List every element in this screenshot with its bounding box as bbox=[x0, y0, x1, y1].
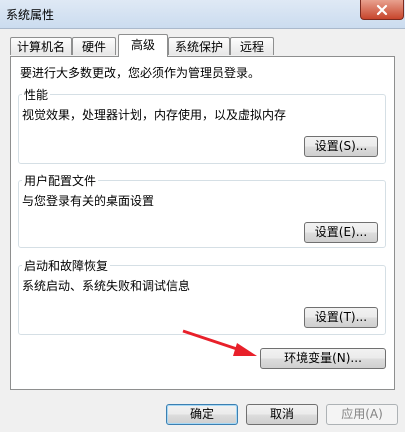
ok-button[interactable]: 确定 bbox=[166, 404, 238, 425]
tab-remote[interactable]: 远程 bbox=[230, 37, 274, 55]
environment-variables-button[interactable]: 环境变量(N)... bbox=[260, 348, 386, 369]
performance-description: 视觉效果，处理器计划，内存使用，以及虚拟内存 bbox=[22, 108, 287, 122]
user-profiles-settings-button[interactable]: 设置(E)... bbox=[304, 222, 378, 243]
tab-computer-name[interactable]: 计算机名 bbox=[10, 37, 72, 55]
startup-recovery-description: 系统启动、系统失败和调试信息 bbox=[22, 279, 191, 293]
performance-title: 性能 bbox=[22, 86, 51, 103]
apply-button[interactable]: 应用(A) bbox=[326, 404, 398, 425]
cancel-button[interactable]: 取消 bbox=[246, 404, 318, 425]
admin-notice: 要进行大多数更改，您必须作为管理员登录。 bbox=[20, 66, 261, 80]
user-profiles-description: 与您登录有关的桌面设置 bbox=[22, 194, 155, 208]
user-profiles-title: 用户配置文件 bbox=[22, 172, 99, 189]
title-bar: 系统属性 bbox=[0, 0, 405, 29]
window-title: 系统属性 bbox=[6, 8, 55, 22]
close-button[interactable] bbox=[360, 0, 404, 20]
tab-system-protection[interactable]: 系统保护 bbox=[168, 37, 230, 55]
startup-recovery-title: 启动和故障恢复 bbox=[22, 257, 111, 274]
tab-hardware[interactable]: 硬件 bbox=[72, 37, 116, 55]
performance-settings-button[interactable]: 设置(S)... bbox=[304, 136, 378, 157]
startup-recovery-settings-button[interactable]: 设置(T)... bbox=[304, 307, 378, 328]
annotation-arrow bbox=[182, 329, 257, 356]
tab-advanced[interactable]: 高级 bbox=[118, 34, 168, 57]
close-icon bbox=[376, 4, 388, 15]
